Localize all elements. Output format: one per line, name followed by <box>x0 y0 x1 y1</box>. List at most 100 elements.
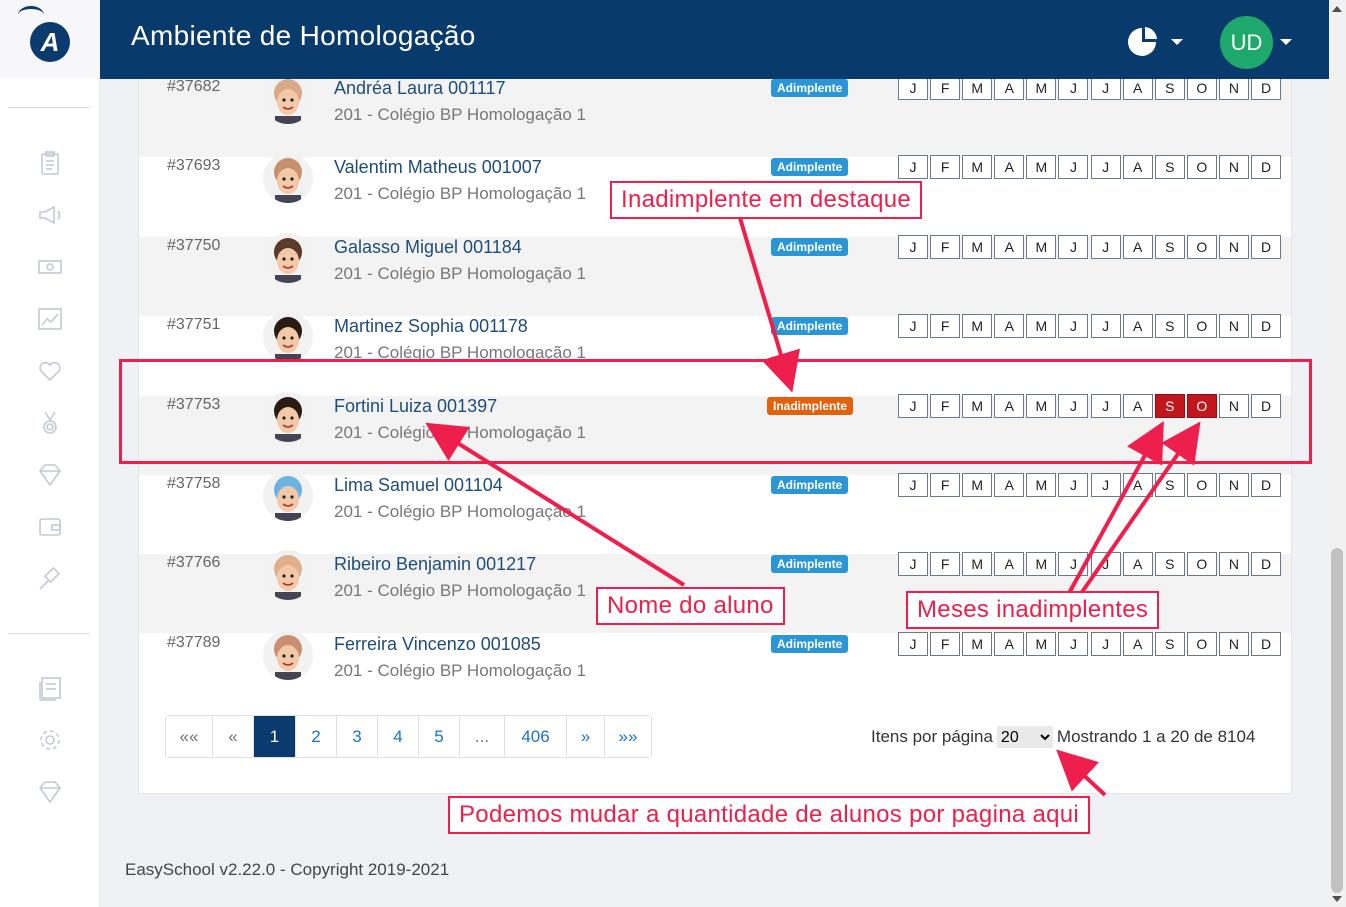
last-page-number-button[interactable]: 406 <box>504 716 566 757</box>
diamond-icon[interactable] <box>35 460 65 490</box>
month-cell[interactable]: S <box>1154 314 1185 339</box>
student-name-link[interactable]: Galasso Miguel 001184 <box>334 237 522 258</box>
month-cell[interactable]: S <box>1154 76 1185 100</box>
month-cell[interactable]: M <box>1026 473 1057 497</box>
month-cell[interactable]: J <box>1090 631 1121 656</box>
month-cell[interactable]: O <box>1186 552 1217 577</box>
month-cell[interactable]: A <box>1122 234 1153 259</box>
month-cell[interactable]: J <box>898 155 928 180</box>
month-cell[interactable]: M <box>962 631 993 656</box>
table-row[interactable]: #37750 Galasso Miguel 001184 201 - Colégio… <box>139 232 1291 316</box>
month-cell[interactable]: J <box>1058 234 1089 259</box>
month-cell[interactable]: M <box>1026 155 1057 180</box>
gavel-icon[interactable] <box>35 564 65 594</box>
month-cell[interactable]: J <box>1058 552 1089 577</box>
month-cell[interactable]: F <box>930 314 961 339</box>
page-button-1[interactable]: 1 <box>253 716 295 757</box>
month-cell[interactable]: S <box>1154 234 1185 259</box>
student-name-link[interactable]: Valentim Matheus 001007 <box>334 157 542 178</box>
month-cell[interactable]: D <box>1251 155 1282 180</box>
month-cell[interactable]: O <box>1186 234 1217 259</box>
page-button-3[interactable]: 3 <box>336 716 377 757</box>
month-cell[interactable]: M <box>1026 76 1057 100</box>
month-cell[interactable]: F <box>930 155 961 180</box>
chart-line-icon[interactable] <box>35 304 65 334</box>
month-cell[interactable]: D <box>1251 314 1282 339</box>
table-row[interactable]: #37758 Lima Samuel 001104 201 - Colégio BP… <box>139 471 1291 554</box>
month-cell[interactable]: A <box>994 473 1025 497</box>
scroll-thumb[interactable] <box>1331 548 1343 893</box>
user-menu-caret-icon[interactable] <box>1280 39 1292 45</box>
month-cell[interactable]: J <box>1058 631 1089 656</box>
month-cell[interactable]: N <box>1218 234 1249 259</box>
month-cell[interactable]: M <box>962 76 993 100</box>
student-name-link[interactable]: Ferreira Vincenzo 001085 <box>334 634 541 655</box>
month-cell[interactable]: J <box>1090 234 1121 259</box>
month-cell[interactable]: N <box>1218 473 1249 497</box>
heart-icon[interactable] <box>35 356 65 386</box>
money-icon[interactable] <box>35 252 65 282</box>
month-cell[interactable]: O <box>1186 473 1217 497</box>
month-cell[interactable]: J <box>1090 473 1121 497</box>
month-cell[interactable]: J <box>898 314 928 339</box>
month-cell[interactable]: J <box>1090 155 1121 180</box>
table-row[interactable]: #37682 Andréa Laura 001117 201 - Colégio B… <box>139 74 1291 157</box>
month-cell[interactable]: M <box>962 234 993 259</box>
month-cell[interactable]: S <box>1154 155 1185 180</box>
month-cell[interactable]: M <box>1026 552 1057 577</box>
student-name-link[interactable]: Andréa Laura 001117 <box>334 78 505 99</box>
month-cell[interactable]: D <box>1251 234 1282 259</box>
month-cell[interactable]: M <box>962 314 993 339</box>
next-page-button[interactable]: » <box>566 716 604 757</box>
month-cell[interactable]: M <box>962 473 993 497</box>
month-cell[interactable]: F <box>930 473 961 497</box>
month-cell[interactable]: A <box>1122 631 1153 656</box>
month-cell[interactable]: A <box>994 552 1025 577</box>
month-cell[interactable]: D <box>1251 631 1282 656</box>
month-cell[interactable]: N <box>1218 631 1249 656</box>
megaphone-icon[interactable] <box>35 200 65 230</box>
month-cell[interactable]: J <box>898 552 928 577</box>
month-cell[interactable]: A <box>994 76 1025 100</box>
month-cell[interactable]: J <box>898 473 928 497</box>
gear-icon[interactable] <box>35 725 65 755</box>
month-cell[interactable]: F <box>930 552 961 577</box>
month-cell[interactable]: A <box>1122 155 1153 180</box>
scroll-down-arrow-icon[interactable] <box>1332 896 1342 902</box>
month-cell[interactable]: M <box>1026 234 1057 259</box>
month-cell[interactable]: J <box>1090 552 1121 577</box>
month-cell[interactable]: J <box>898 76 928 100</box>
month-cell[interactable]: A <box>1122 76 1153 100</box>
month-cell[interactable]: S <box>1154 552 1185 577</box>
table-row[interactable]: #37789 Ferreira Vincenzo 001085 201 - Colé… <box>139 629 1291 713</box>
scroll-up-arrow-icon[interactable] <box>1332 6 1342 12</box>
month-cell[interactable]: D <box>1251 552 1282 577</box>
month-cell[interactable]: A <box>1122 314 1153 339</box>
month-cell[interactable]: O <box>1186 314 1217 339</box>
per-page-select[interactable]: 20 <box>996 726 1053 748</box>
month-cell[interactable]: A <box>1122 473 1153 497</box>
first-page-button[interactable]: «« <box>166 716 212 757</box>
month-cell[interactable]: M <box>1026 631 1057 656</box>
month-cell[interactable]: N <box>1218 314 1249 339</box>
month-cell[interactable]: N <box>1218 76 1249 100</box>
month-cell[interactable]: M <box>962 552 993 577</box>
month-cell[interactable]: S <box>1154 473 1185 497</box>
student-name-link[interactable]: Ribeiro Benjamin 001217 <box>334 554 536 575</box>
month-cell[interactable]: N <box>1218 155 1249 180</box>
month-cell[interactable]: A <box>1122 552 1153 577</box>
page-button-5[interactable]: 5 <box>418 716 459 757</box>
clipboard-icon[interactable] <box>35 148 65 178</box>
student-name-link[interactable]: Martinez Sophia 001178 <box>334 316 528 337</box>
month-cell[interactable]: M <box>962 155 993 180</box>
month-cell[interactable]: J <box>1058 155 1089 180</box>
month-cell[interactable]: M <box>1026 314 1057 339</box>
month-cell[interactable]: F <box>930 76 961 100</box>
prev-page-button[interactable]: « <box>212 716 253 757</box>
student-name-link[interactable]: Lima Samuel 001104 <box>334 475 503 496</box>
month-cell[interactable]: S <box>1154 631 1185 656</box>
diamond-icon[interactable] <box>35 777 65 807</box>
month-cell[interactable]: J <box>1058 473 1089 497</box>
month-cell[interactable]: O <box>1186 155 1217 180</box>
last-page-button[interactable]: »» <box>604 716 651 757</box>
